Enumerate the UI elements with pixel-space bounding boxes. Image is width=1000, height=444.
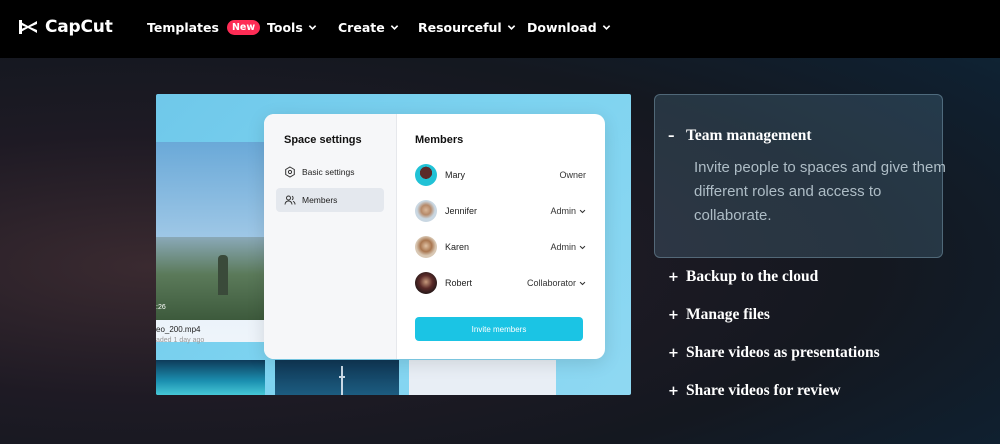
nav-templates-label: Templates [147, 20, 219, 35]
menu-members-label: Members [302, 195, 338, 205]
space-settings-modal: Space settings Basic settings Members Me… [264, 114, 605, 359]
city-thumbnail [275, 360, 399, 395]
chevron-down-icon [507, 25, 515, 30]
member-role-label: Admin [550, 242, 576, 252]
chevron-down-icon [579, 209, 586, 213]
nav-create-label: Create [338, 20, 385, 35]
member-name: Mary [445, 170, 465, 180]
menu-basic-settings[interactable]: Basic settings [276, 160, 384, 184]
member-role-label: Collaborator [526, 278, 576, 288]
avatar [415, 272, 437, 294]
chevron-down-icon [579, 281, 586, 285]
chevron-down-icon [579, 245, 586, 249]
feature-team-management[interactable]: – Team management [668, 127, 812, 145]
role-dropdown[interactable]: Collaborator [527, 278, 586, 288]
member-name: Robert [445, 278, 473, 288]
feature-title: Backup to the cloud [686, 268, 819, 285]
hexagon-gear-icon [285, 166, 295, 178]
nav-create[interactable]: Create [338, 20, 399, 35]
nav-templates[interactable]: Templates New [147, 20, 261, 35]
member-row: Karen Admin [415, 236, 586, 260]
feature-share-presentations[interactable]: + Share videos as presentations [668, 344, 880, 362]
member-name: Jennifer [445, 206, 478, 216]
expand-icon: + [668, 307, 679, 323]
feature-title: Share videos for review [686, 382, 841, 399]
menu-basic-settings-label: Basic settings [302, 167, 355, 177]
feature-description: Invite people to spaces and give them di… [694, 159, 946, 224]
expand-icon: + [668, 269, 679, 285]
rock-peak [218, 255, 228, 295]
member-role-label: Admin [550, 206, 576, 216]
member-row: Mary Owner [415, 164, 586, 188]
avatar [415, 164, 437, 186]
capcut-logo[interactable]: CapCut [17, 17, 113, 37]
new-badge: New [226, 20, 261, 35]
avatar [415, 200, 437, 222]
settings-sidebar [264, 114, 397, 359]
expand-icon: + [668, 345, 679, 361]
nav-tools[interactable]: Tools [267, 20, 317, 35]
nav-download[interactable]: Download [527, 20, 611, 35]
members-heading: Members [415, 134, 464, 146]
role-dropdown[interactable]: Admin [550, 242, 586, 252]
feature-backup[interactable]: + Backup to the cloud [668, 268, 818, 286]
nav-tools-label: Tools [267, 20, 303, 35]
aurora-thumbnail [156, 360, 265, 395]
invite-members-button[interactable]: Invite members [415, 317, 583, 341]
file-upload-time: aded 1 day ago [156, 337, 205, 344]
expand-icon: + [668, 383, 679, 399]
role-dropdown[interactable]: Admin [550, 206, 586, 216]
sky-thumbnail [156, 142, 265, 237]
nav-download-label: Download [527, 20, 597, 35]
member-role: Owner [559, 170, 586, 180]
chevron-down-icon [390, 25, 398, 30]
member-row: Jennifer Admin [415, 200, 586, 224]
users-icon [284, 195, 296, 205]
nav-resourceful[interactable]: Resourceful [418, 20, 516, 35]
feature-share-review[interactable]: + Share videos for review [668, 382, 841, 400]
feature-manage-files[interactable]: + Manage files [668, 306, 770, 324]
capcut-logo-icon [19, 20, 37, 34]
feature-title: Share videos as presentations [686, 344, 880, 361]
member-role-label: Owner [559, 170, 586, 180]
member-name: Karen [445, 242, 470, 252]
menu-members[interactable]: Members [276, 188, 384, 212]
brand-name: CapCut [45, 17, 113, 37]
video-duration: :26 [156, 304, 166, 311]
modal-title: Space settings [284, 134, 362, 146]
third-thumbnail [409, 360, 556, 395]
member-row: Robert Collaborator [415, 272, 586, 296]
avatar [415, 236, 437, 258]
chevron-down-icon [602, 25, 610, 30]
collapse-icon: – [668, 128, 675, 144]
mountain-thumbnail [156, 237, 265, 320]
top-nav: CapCut Templates New Tools Create Resour… [0, 0, 1000, 58]
chevron-down-icon [308, 25, 317, 30]
feature-title: Manage files [686, 306, 770, 323]
nav-resourceful-label: Resourceful [418, 20, 502, 35]
feature-title: Team management [686, 127, 812, 144]
file-name: eo_200.mp4 [156, 325, 201, 334]
tower-graphic [339, 366, 345, 395]
